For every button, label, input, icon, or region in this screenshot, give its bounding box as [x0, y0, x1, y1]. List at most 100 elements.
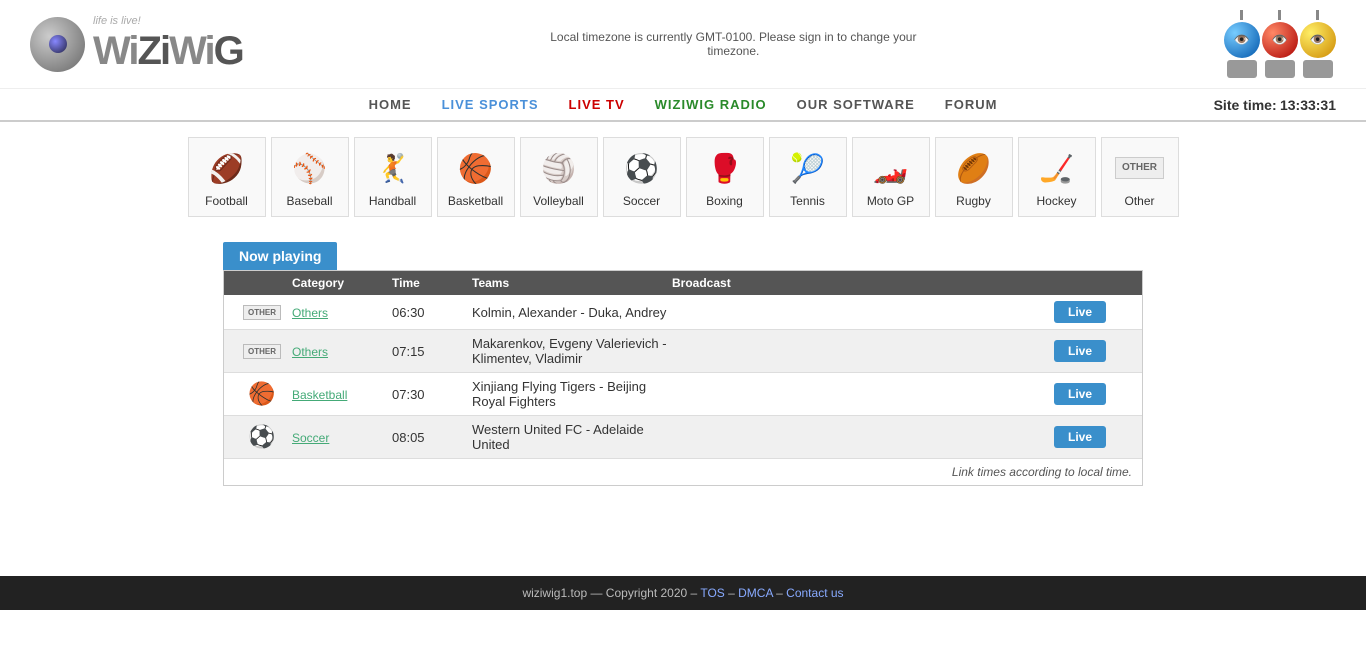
- sport-handball-label: Handball: [369, 194, 416, 208]
- sport-other[interactable]: OTHER Other: [1101, 137, 1179, 217]
- sport-basketball[interactable]: 🏀 Basketball: [437, 137, 515, 217]
- row-teams: Kolmin, Alexander - Duka, Andrey: [472, 305, 672, 320]
- header: life is live! WiZiWiG Local timezone is …: [0, 0, 1366, 89]
- sport-baseball[interactable]: ⚾ Baseball: [271, 137, 349, 217]
- sport-soccer[interactable]: ⚽ Soccer: [603, 137, 681, 217]
- soccer-icon: ⚽: [620, 146, 664, 190]
- sport-hockey[interactable]: 🏒 Hockey: [1018, 137, 1096, 217]
- sport-tennis[interactable]: 🎾 Tennis: [769, 137, 847, 217]
- col-category: Category: [292, 276, 392, 290]
- site-time-value: 13:33:31: [1280, 97, 1336, 113]
- nav-forum[interactable]: FORUM: [945, 97, 998, 112]
- robot-base: [1303, 60, 1333, 78]
- other-icon: OTHER: [1118, 146, 1162, 190]
- row-action[interactable]: Live: [1054, 301, 1134, 323]
- boxing-icon: 🥊: [703, 146, 747, 190]
- nav-our-software[interactable]: OUR SOFTWARE: [797, 97, 915, 112]
- robot-base: [1227, 60, 1257, 78]
- timezone-notice: Local timezone is currently GMT-0100. Pl…: [533, 30, 933, 58]
- football-icon: 🏈: [205, 146, 249, 190]
- footer-text: wiziwig1.top — Copyright 2020 –: [522, 586, 697, 600]
- sport-volleyball[interactable]: 🏐 Volleyball: [520, 137, 598, 217]
- logo-tagline: life is live!: [93, 15, 243, 27]
- logo-camera-icon: [30, 17, 85, 72]
- footer-sep2: –: [776, 586, 786, 600]
- col-icon: [232, 276, 292, 290]
- footer-sep1: –: [728, 586, 738, 600]
- sport-hockey-label: Hockey: [1036, 194, 1076, 208]
- robot-blue: 👁️: [1224, 10, 1260, 78]
- row-icon: 🏀: [232, 381, 292, 407]
- handball-icon: 🤾: [371, 146, 415, 190]
- row-icon: OTHER: [232, 344, 292, 359]
- robot-red: 👁️: [1262, 10, 1298, 78]
- rugby-icon: 🏉: [952, 146, 996, 190]
- robot-yellow: 👁️: [1300, 10, 1336, 78]
- basketball-icon: 🏀: [454, 146, 498, 190]
- link-times-note: Link times according to local time.: [224, 459, 1142, 485]
- row-time: 08:05: [392, 430, 472, 445]
- row-category[interactable]: Others: [292, 344, 392, 359]
- robots-decoration: 👁️ 👁️ 👁️: [1224, 10, 1336, 78]
- row-category[interactable]: Others: [292, 305, 392, 320]
- sport-motogp[interactable]: 🏎️ Moto GP: [852, 137, 930, 217]
- table-row: ⚽ Soccer 08:05 Western United FC - Adela…: [224, 416, 1142, 459]
- sport-football-label: Football: [205, 194, 248, 208]
- sport-other-label: Other: [1124, 194, 1154, 208]
- row-time: 07:30: [392, 387, 472, 402]
- row-time: 06:30: [392, 305, 472, 320]
- row-teams: Xinjiang Flying Tigers - Beijing Royal F…: [472, 379, 672, 409]
- sport-boxing[interactable]: 🥊 Boxing: [686, 137, 764, 217]
- nav-wiziwig-radio[interactable]: WIZIWIG RADIO: [655, 97, 767, 112]
- nav-live-tv[interactable]: LIVE TV: [569, 97, 625, 112]
- table-row: OTHER Others 07:15 Makarenkov, Evgeny Va…: [224, 330, 1142, 373]
- navigation: HOME LIVE SPORTS LIVE TV WIZIWIG RADIO O…: [0, 89, 1366, 122]
- col-teams: Teams: [472, 276, 672, 290]
- footer: wiziwig1.top — Copyright 2020 – TOS – DM…: [0, 576, 1366, 610]
- row-category[interactable]: Basketball: [292, 387, 392, 402]
- row-action[interactable]: Live: [1054, 340, 1134, 362]
- live-button[interactable]: Live: [1054, 301, 1106, 323]
- col-broadcast: Broadcast: [672, 276, 1054, 290]
- table-row: OTHER Others 06:30 Kolmin, Alexander - D…: [224, 295, 1142, 330]
- table-row: 🏀 Basketball 07:30 Xinjiang Flying Tiger…: [224, 373, 1142, 416]
- row-category[interactable]: Soccer: [292, 430, 392, 445]
- footer-dmca[interactable]: DMCA: [738, 586, 773, 600]
- sport-rugby[interactable]: 🏉 Rugby: [935, 137, 1013, 217]
- now-playing-tab: Now playing: [223, 242, 337, 270]
- sport-football[interactable]: 🏈 Football: [188, 137, 266, 217]
- hockey-icon: 🏒: [1035, 146, 1079, 190]
- footer-contact[interactable]: Contact us: [786, 586, 843, 600]
- row-action[interactable]: Live: [1054, 383, 1134, 405]
- row-icon: ⚽: [232, 424, 292, 450]
- sport-soccer-label: Soccer: [623, 194, 660, 208]
- live-button[interactable]: Live: [1054, 340, 1106, 362]
- robot-head: 👁️: [1300, 22, 1336, 58]
- col-action: [1054, 276, 1134, 290]
- robot-antenna: [1278, 10, 1281, 20]
- robot-base: [1265, 60, 1295, 78]
- sport-volleyball-label: Volleyball: [533, 194, 584, 208]
- row-action[interactable]: Live: [1054, 426, 1134, 448]
- nav-home[interactable]: HOME: [369, 97, 412, 112]
- main-content: Now playing Category Time Teams Broadcas…: [203, 232, 1163, 496]
- row-teams: Western United FC - Adelaide United: [472, 422, 672, 452]
- sport-motogp-label: Moto GP: [867, 194, 914, 208]
- live-button[interactable]: Live: [1054, 383, 1106, 405]
- site-time-label: Site time:: [1214, 97, 1277, 113]
- now-playing-table: Category Time Teams Broadcast OTHER Othe…: [223, 270, 1143, 486]
- live-button[interactable]: Live: [1054, 426, 1106, 448]
- logo-text: WiZiWiG: [93, 29, 243, 74]
- robot-antenna: [1316, 10, 1319, 20]
- table-header: Category Time Teams Broadcast: [224, 271, 1142, 295]
- sport-handball[interactable]: 🤾 Handball: [354, 137, 432, 217]
- robot-head: 👁️: [1224, 22, 1260, 58]
- robot-antenna: [1240, 10, 1243, 20]
- footer-tos[interactable]: TOS: [700, 586, 724, 600]
- tennis-icon: 🎾: [786, 146, 830, 190]
- sport-basketball-label: Basketball: [448, 194, 503, 208]
- row-time: 07:15: [392, 344, 472, 359]
- nav-live-sports[interactable]: LIVE SPORTS: [442, 97, 539, 112]
- baseball-icon: ⚾: [288, 146, 332, 190]
- row-teams: Makarenkov, Evgeny Valerievich - Kliment…: [472, 336, 672, 366]
